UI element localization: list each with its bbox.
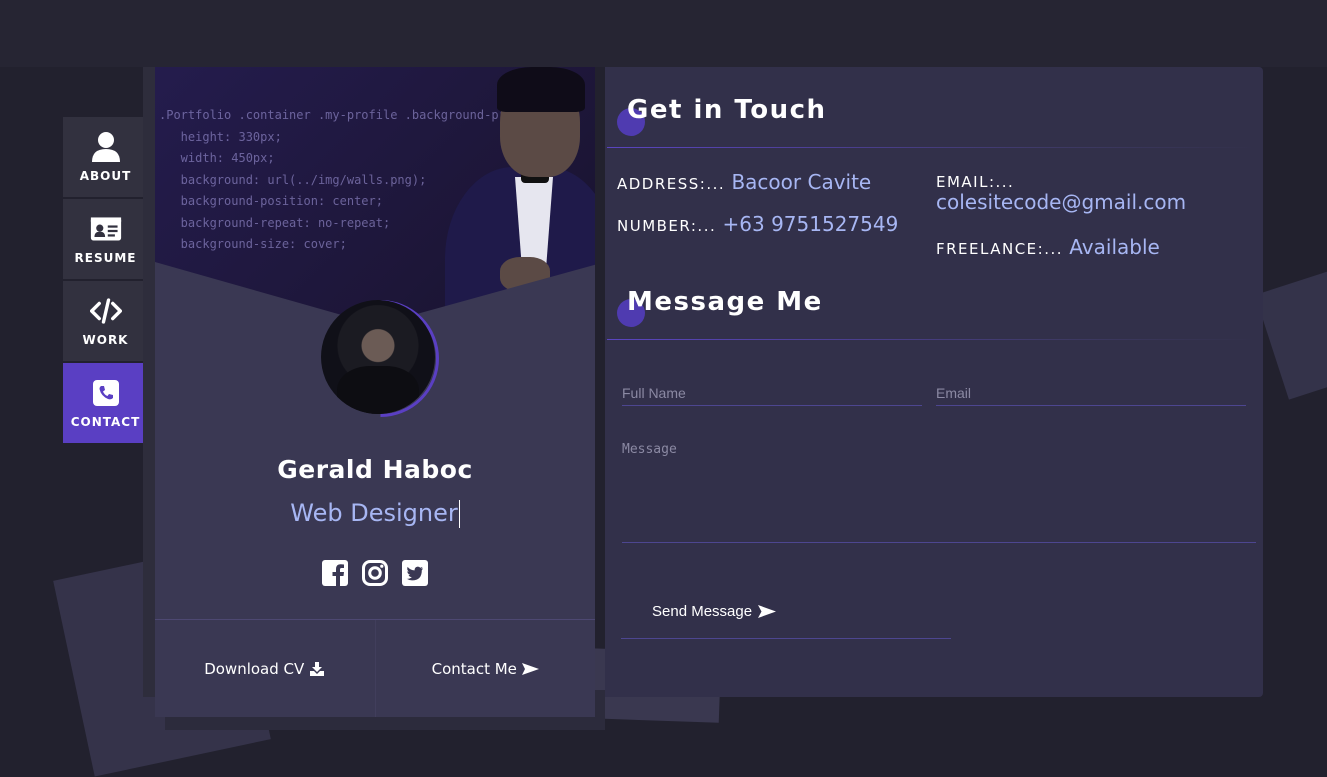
number-row: NUMBER:... +63 9751527549 — [617, 212, 898, 236]
freelance-value: Available — [1069, 235, 1160, 259]
message-textarea[interactable] — [622, 442, 1256, 522]
number-value: +63 9751527549 — [722, 212, 899, 236]
send-message-button[interactable]: Send Message — [621, 585, 951, 639]
send-message-label: Send Message — [652, 603, 753, 620]
nav-item-work[interactable]: WORK — [63, 281, 148, 361]
address-value: Bacoor Cavite — [731, 170, 872, 194]
twitter-icon[interactable] — [402, 560, 428, 586]
email-field — [936, 381, 1246, 406]
contact-panel: Get in Touch ADDRESS:... Bacoor Cavite N… — [605, 67, 1263, 697]
nav-label-work: WORK — [82, 333, 129, 347]
profile-role-text: Web Designer — [290, 499, 458, 527]
profile-card-edge — [143, 67, 155, 697]
email-input[interactable] — [936, 381, 1246, 405]
typing-cursor — [458, 500, 460, 528]
message-field — [622, 442, 1256, 543]
profile-name: Gerald Haboc — [277, 455, 473, 484]
nav-item-resume[interactable]: RESUME — [63, 199, 148, 279]
nav-item-contact[interactable]: CONTACT — [63, 363, 148, 443]
address-label: ADDRESS:... — [617, 175, 726, 193]
nav-label-contact: CONTACT — [70, 415, 141, 429]
fullname-field — [622, 381, 922, 406]
download-cv-button[interactable]: Download CV — [155, 620, 375, 717]
contact-me-button[interactable]: Contact Me — [374, 620, 596, 717]
nav-label-about: ABOUT — [79, 169, 132, 183]
get-in-touch-title: Get in Touch — [627, 95, 827, 125]
page-header-strip — [0, 0, 1327, 67]
title-divider — [607, 339, 1257, 340]
number-label: NUMBER:... — [617, 217, 717, 235]
message-me-title: Message Me — [627, 287, 823, 317]
title-divider — [607, 147, 1257, 148]
address-row: ADDRESS:... Bacoor Cavite — [617, 170, 871, 194]
send-icon — [521, 663, 539, 675]
freelance-row: FREELANCE:... Available — [936, 235, 1160, 259]
side-navigation: ABOUT RESUME WORK CONTACT — [63, 117, 148, 445]
avatar — [321, 300, 435, 414]
social-links — [155, 560, 595, 586]
freelance-label: FREELANCE:... — [936, 240, 1063, 258]
id-card-icon — [90, 213, 122, 245]
fullname-input[interactable] — [622, 381, 922, 405]
profile-footer: Download CV Contact Me — [155, 619, 595, 717]
email-value: colesitecode@gmail.com — [936, 190, 1187, 214]
nav-item-about[interactable]: ABOUT — [63, 117, 148, 197]
facebook-icon[interactable] — [322, 560, 348, 586]
nav-label-resume: RESUME — [74, 251, 137, 265]
instagram-icon[interactable] — [362, 560, 388, 586]
user-icon — [90, 131, 122, 163]
email-value-row: colesitecode@gmail.com — [936, 190, 1186, 214]
profile-role: Web Designer — [155, 499, 595, 528]
download-icon — [310, 662, 325, 676]
email-label: EMAIL:... — [936, 173, 1015, 191]
contact-me-label: Contact Me — [431, 660, 517, 678]
send-icon — [758, 605, 777, 618]
profile-card: .Portfolio .container .my-profile .backg… — [155, 67, 595, 717]
phone-icon — [90, 377, 122, 409]
code-icon — [89, 295, 122, 327]
decorative-shape — [1254, 270, 1327, 400]
download-cv-label: Download CV — [204, 660, 305, 678]
